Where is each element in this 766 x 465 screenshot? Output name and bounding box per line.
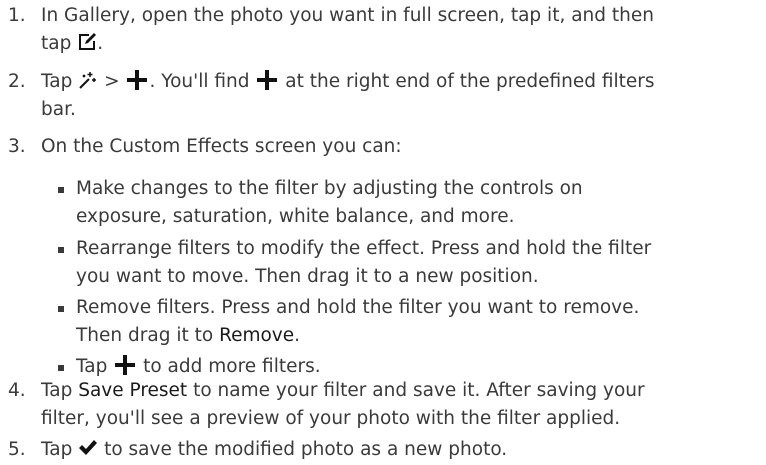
step-text: Tap > . You'll find at the right end of …	[41, 70, 655, 120]
step-text: On the Custom Effects screen you can:	[41, 136, 402, 157]
step-number: 4.	[8, 380, 26, 401]
step-number: 2.	[8, 71, 26, 92]
list-item: Remove filters. Press and hold the filte…	[58, 294, 756, 350]
bold-term: Save Preset	[78, 380, 188, 401]
edit-icon	[79, 33, 97, 50]
step-text: Tap Save Preset to name your filter and …	[41, 380, 645, 429]
step-text: In Gallery, open the photo you want in f…	[41, 5, 654, 54]
plus-icon	[115, 355, 136, 375]
bullet-marker	[58, 247, 64, 253]
list-item: Make changes to the filter by adjusting …	[58, 175, 756, 231]
bullet-marker	[58, 187, 64, 193]
step-number: 5.	[8, 439, 26, 460]
magic-wand-icon	[79, 72, 97, 89]
checkmark-icon	[79, 440, 98, 455]
plus-icon	[127, 70, 148, 90]
bullet-marker	[58, 306, 64, 312]
step-number: 3.	[8, 136, 26, 157]
bullet-marker	[58, 365, 64, 371]
list-item: Rearrange filters to modify the effect. …	[58, 235, 756, 291]
bold-term: Remove	[219, 325, 295, 346]
step-number: 1.	[8, 5, 26, 26]
plus-icon	[257, 70, 278, 90]
step-text: Tap to save the modified photo as a new …	[41, 439, 508, 460]
